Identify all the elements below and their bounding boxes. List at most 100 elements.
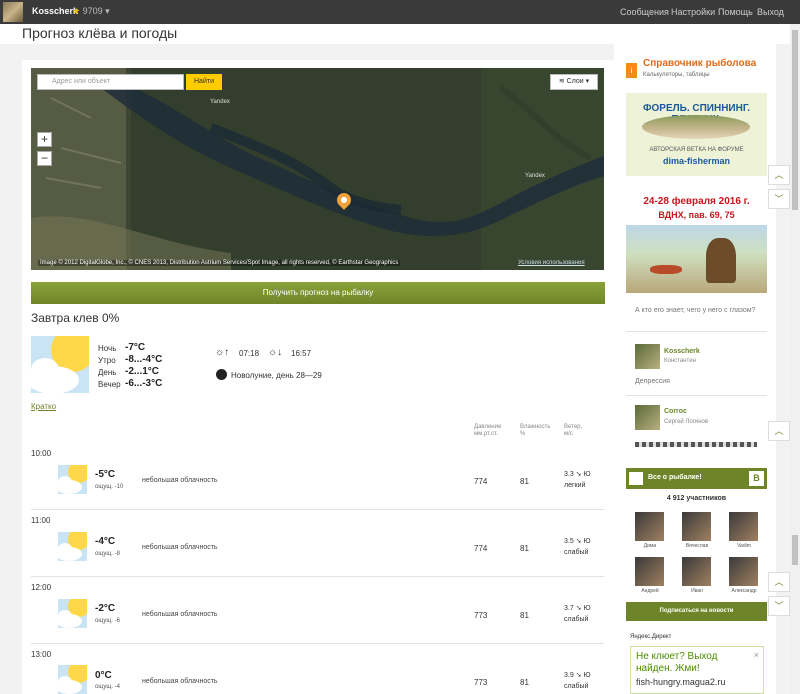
nav-logout[interactable]: Выход [757,7,784,17]
zoom-in-button[interactable]: + [37,132,52,147]
post-text[interactable]: Депрессия [635,378,670,385]
get-forecast-button[interactable]: Получить прогноз на рыбалку [31,282,605,304]
group-logo-icon [629,472,643,485]
scroll-up-button[interactable]: ︿ [768,165,790,185]
partly-cloudy-icon [58,465,87,494]
text-ad[interactable]: Не клюет? Выход найден. Жми! fish-hungry… [630,646,764,694]
sunrise-time: 07:18 [239,349,260,358]
zoom-out-button[interactable]: − [37,151,52,166]
partly-cloudy-icon [58,532,87,561]
partly-cloudy-icon [58,665,87,694]
avatar[interactable] [682,557,711,586]
avatar[interactable] [635,405,660,430]
star-icon: ★ [72,6,81,16]
angler-reference-link[interactable]: Справочник рыболова [643,58,756,69]
hour-description: небольшая облачность [142,477,218,484]
map-copyright: Image © 2012 DigitalGlobe, Inc., © CNES … [38,260,401,266]
hour-description: небольшая облачность [142,544,218,551]
member-name: Андрей [641,588,659,594]
avatar[interactable] [729,512,758,541]
map-search-input[interactable]: Адрес или объект [37,74,184,90]
avatar[interactable] [635,344,660,369]
map-watermark: Yandex [525,173,545,179]
trout-fish-icon [642,115,750,139]
user-name-link[interactable]: Kosscherk [664,348,700,355]
wind-arrow-icon: ➘ [575,605,582,612]
ads-label: Яндекс.Директ [630,634,672,640]
wind-arrow-icon: ➘ [575,471,582,478]
user-name-link[interactable]: Corroc [664,408,687,415]
chevron-down-icon: ▾ [105,6,110,16]
exhibition-banner[interactable]: 24-28 февраля 2016 г. ВДНХ, пав. 69, 75 [626,193,767,293]
layers-button[interactable]: ≋ Слои ▾ [550,74,598,90]
nav-help[interactable]: Помощь [718,7,753,17]
layers-label: Слои [566,78,584,85]
hour-pressure: 774 [474,477,488,486]
hour-humidity: 81 [520,544,529,553]
member-name: Иван [691,588,703,594]
chevron-down-icon: ▾ [585,78,590,85]
scroll-down-button[interactable]: ﹀ [768,189,790,209]
avatar[interactable] [682,512,711,541]
hour-time: 13:00 [31,650,52,659]
subscribe-button[interactable]: Подписаться на новости [626,602,767,621]
find-button[interactable]: Найти [186,74,222,90]
member-name: Вячеслав [685,543,709,549]
sunrise-icon: ☼↑ [215,347,230,358]
scroll-up-button[interactable]: ︿ [768,421,790,441]
scroll-down-button[interactable]: ﹀ [768,596,790,616]
scroll-up-button[interactable]: ︿ [768,572,790,592]
avatar[interactable] [3,2,23,22]
nav-messages[interactable]: Сообщения [620,7,669,17]
divider [626,331,767,332]
user-real-name: Сергей Логинов [664,419,709,425]
member-name: Vadim [737,543,751,549]
scrollbar-thumb[interactable] [792,535,798,565]
hour-description: небольшая облачность [142,678,218,685]
layers-icon: ≋ [558,78,565,85]
close-icon[interactable]: × [754,650,759,660]
hound-image [650,265,682,274]
scrollbar-thumb[interactable] [792,30,798,210]
hour-feels-like: ощущ. -6 [95,618,120,624]
map-imagery [31,68,604,270]
hunter-on-horse-image [706,238,736,283]
humidity-header: Влажность% [520,424,551,437]
satellite-map[interactable] [31,68,604,270]
post-text[interactable]: А кто его знает, чего у него с глазом? [635,306,760,316]
nav-settings[interactable]: Настройки [671,7,715,17]
row-divider [31,643,604,644]
night-temp: -7°C [125,342,146,353]
user-rating[interactable]: ★ 9709 ▾ [72,6,110,17]
hour-wind: 3.7 ➘ Юслабый [564,605,591,623]
map-terms-link[interactable]: Условия использования [518,260,585,266]
hour-feels-like: ощущ. -10 [95,484,124,490]
reference-icon: i [626,63,637,78]
avatar[interactable] [729,557,758,586]
hour-temp: -5°C [95,469,116,480]
hour-feels-like: ощущ. -8 [95,551,120,557]
map-watermark: Yandex [210,99,230,105]
hour-wind: 3.3 ➘ Юлегкий [564,471,591,489]
member-name: Дима [643,543,657,549]
hour-humidity: 81 [520,477,529,486]
wind-header: Ветер, м/с [564,424,583,437]
hour-temp: -2°C [95,603,116,614]
sunset-icon: ☼↓ [268,347,283,358]
vk-group-header[interactable]: Все о рыбалке! В [626,468,767,489]
member-name: Александр [731,588,757,594]
brief-link[interactable]: Кратко [31,402,56,411]
page-title: Прогноз клёва и погоды [22,25,178,41]
row-divider [31,576,604,577]
post-image-preview[interactable] [635,442,757,447]
hour-pressure: 774 [474,544,488,553]
hour-wind: 3.5 ➘ Юслабый [564,538,591,556]
avatar[interactable] [635,557,664,586]
reference-subtitle: Калькуляторы, таблицы [643,72,710,78]
hour-humidity: 81 [520,611,529,620]
trout-forum-banner[interactable]: ФОРЕЛЬ. СПИННИНГ. ПЛАТНИК. АВТОРСКАЯ ВЕТ… [626,93,767,176]
partly-cloudy-icon [58,599,87,628]
new-moon-icon [216,369,227,380]
row-divider [31,509,604,510]
avatar[interactable] [635,512,664,541]
